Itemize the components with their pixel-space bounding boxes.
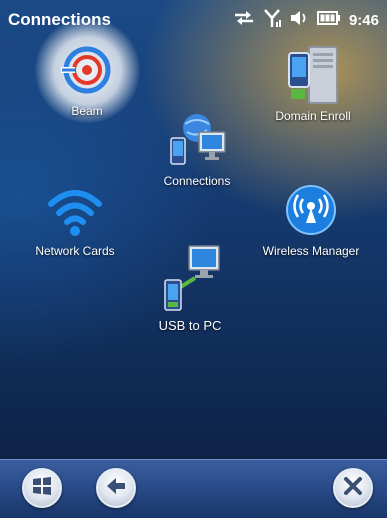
start-button[interactable]: [22, 468, 62, 508]
battery-icon[interactable]: [316, 10, 341, 31]
sync-arrows-icon[interactable]: [233, 9, 255, 32]
tile-label: Network Cards: [35, 244, 115, 258]
tile-domain-enroll[interactable]: Domain Enroll: [248, 43, 378, 153]
home-screen: Connections 9:46 Beam Domain Enroll Conn…: [0, 0, 387, 518]
back-arrow-icon: [105, 476, 127, 501]
clock[interactable]: 9:46: [349, 12, 379, 29]
domain-enroll-icon: [281, 43, 345, 107]
tile-network-cards[interactable]: Network Cards: [10, 178, 140, 288]
connections-icon: [165, 108, 229, 172]
tile-label: Connections: [163, 174, 231, 188]
status-icons: 9:46: [233, 8, 379, 33]
tile-label: Wireless Manager: [262, 244, 360, 258]
signal-icon[interactable]: [263, 8, 281, 33]
tile-usb-to-pc[interactable]: USB to PC: [125, 238, 255, 348]
wifi-icon: [43, 178, 107, 242]
tile-connections[interactable]: Connections: [132, 108, 262, 218]
volume-icon[interactable]: [289, 9, 309, 32]
taskbar: [0, 459, 387, 518]
tile-label: Beam: [71, 104, 103, 118]
usb-to-pc-icon: [155, 238, 225, 316]
back-button[interactable]: [96, 468, 136, 508]
windows-start-icon: [31, 475, 53, 502]
wireless-manager-icon: [279, 178, 343, 242]
close-icon: [343, 476, 363, 501]
close-button[interactable]: [333, 468, 373, 508]
tile-wireless-manager[interactable]: Wireless Manager: [246, 178, 376, 288]
tile-label: Domain Enroll: [275, 109, 351, 123]
beam-icon: [55, 38, 119, 102]
tile-label: USB to PC: [158, 318, 222, 333]
